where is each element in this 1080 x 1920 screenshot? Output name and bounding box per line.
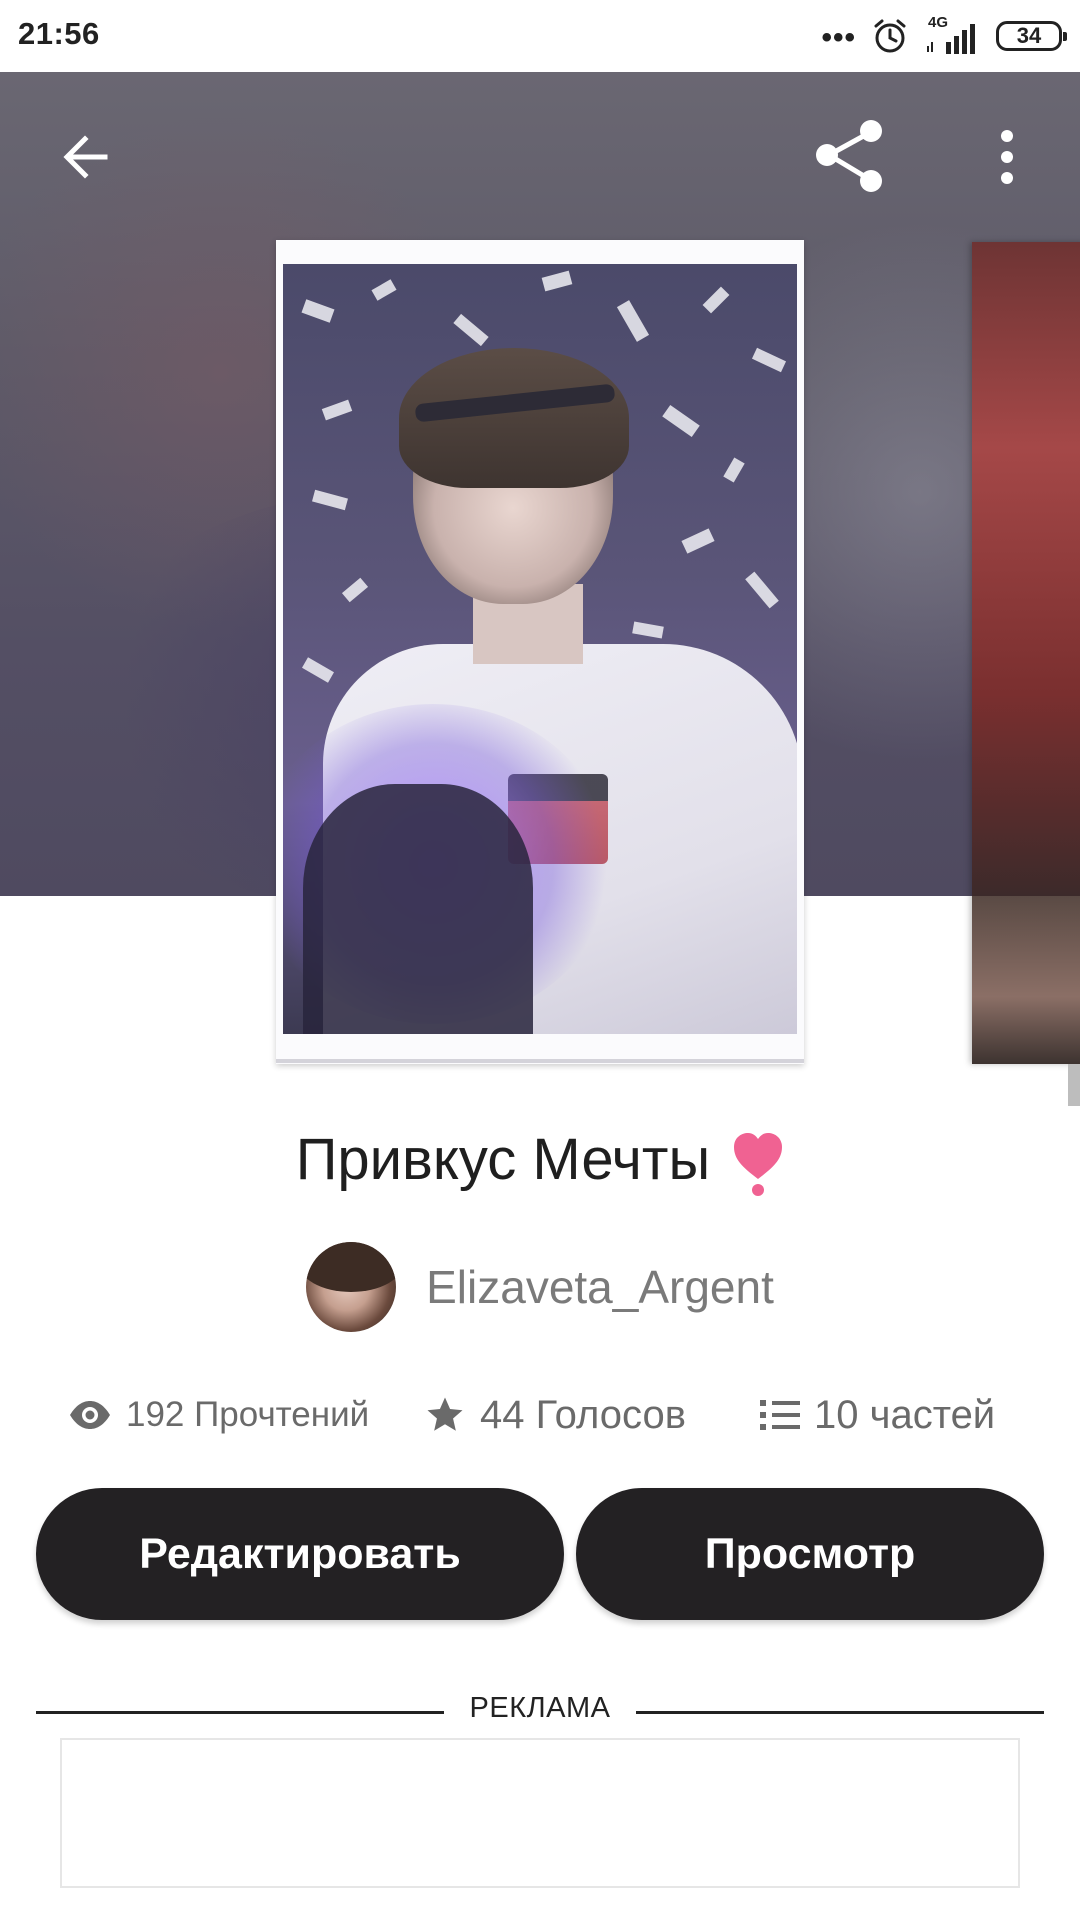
eye-icon <box>70 1401 110 1429</box>
author-name[interactable]: Elizaveta_Argent <box>426 1260 774 1314</box>
more-vertical-icon <box>1001 130 1013 184</box>
list-icon <box>760 1400 800 1430</box>
signal-icon: 4G <box>924 14 982 56</box>
votes-stat: 44 Голосов <box>424 1380 686 1450</box>
next-story-cover-lower <box>972 896 1080 1064</box>
preview-button[interactable]: Просмотр <box>576 1488 1044 1620</box>
share-icon <box>816 120 882 192</box>
ad-divider-right <box>636 1711 1044 1714</box>
author-avatar[interactable] <box>306 1242 397 1332</box>
status-time: 21:56 <box>18 16 100 51</box>
votes-count: 44 Голосов <box>480 1392 686 1437</box>
story-stats: 192 Прочтений 44 Голосов 10 частей <box>0 1380 1080 1450</box>
battery-level: 34 <box>1016 23 1042 48</box>
arrow-left-icon <box>63 135 108 179</box>
ad-label: РЕКЛАМА <box>469 1692 611 1724</box>
status-bar: 21:56 ••• 4G 34 <box>0 0 1080 72</box>
scrollbar-thumb[interactable] <box>1068 1064 1080 1106</box>
more-options-button[interactable] <box>962 112 1052 202</box>
alarm-clock-icon <box>874 19 906 53</box>
star-icon <box>427 1397 463 1431</box>
cover-divider <box>276 1059 804 1063</box>
ad-container[interactable] <box>60 1738 1020 1888</box>
reads-count: 192 Прочтений <box>126 1395 370 1434</box>
share-button[interactable] <box>806 112 896 202</box>
heart-exclamation-icon <box>734 1132 783 1196</box>
status-icons: ••• 4G 34 <box>821 14 1067 58</box>
author-row[interactable]: Elizaveta_Argent <box>0 1242 1080 1332</box>
story-title: Привкус Мечты <box>0 1126 1080 1197</box>
reads-stat: 192 Прочтений <box>68 1380 369 1450</box>
battery-icon: 34 <box>996 21 1067 51</box>
ad-divider-left <box>36 1711 444 1714</box>
notification-dots-icon: ••• <box>821 21 856 54</box>
parts-stat: 10 частей <box>760 1380 995 1450</box>
back-button[interactable] <box>40 112 130 202</box>
edit-button[interactable]: Редактировать <box>36 1488 564 1620</box>
parts-count: 10 частей <box>814 1392 996 1437</box>
story-title-text: Привкус Мечты <box>295 1127 711 1192</box>
cover-image <box>283 264 797 1034</box>
story-cover[interactable] <box>276 240 804 1064</box>
